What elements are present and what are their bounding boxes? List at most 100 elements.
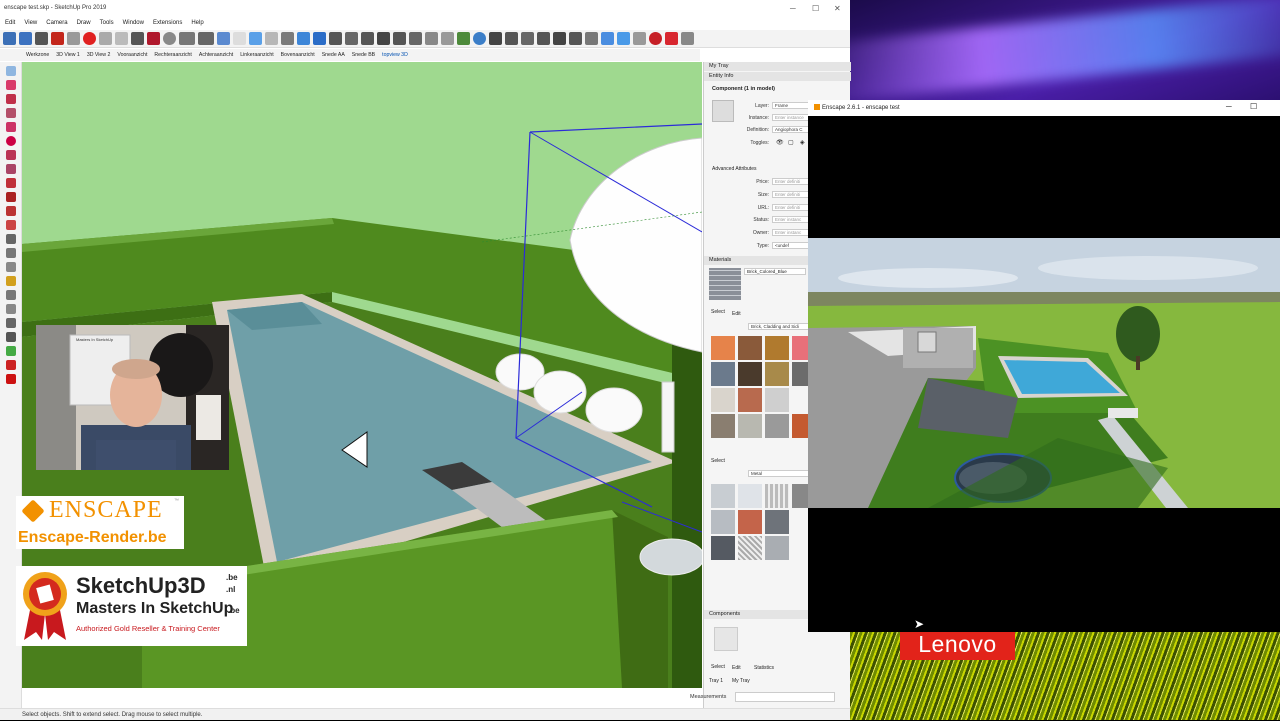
paste-icon[interactable] (51, 32, 64, 45)
menu-extensions[interactable]: Extensions (153, 17, 182, 30)
circle-tool-icon[interactable] (6, 136, 16, 146)
size-input[interactable]: Enter definiti (772, 191, 812, 198)
metal-swatch[interactable] (765, 536, 789, 560)
shaded-icon[interactable] (297, 32, 310, 45)
owner-input[interactable]: Enter instanc (772, 229, 812, 236)
material-swatch[interactable] (738, 362, 762, 386)
close-button[interactable]: ✕ (834, 4, 841, 13)
position-camera-icon[interactable] (585, 32, 598, 45)
walk-icon[interactable] (569, 32, 582, 45)
menu-window[interactable]: Window (123, 17, 144, 30)
components-select-tab[interactable]: Select (711, 664, 725, 670)
lock-icon[interactable]: ▢ (788, 139, 794, 146)
textured-icon[interactable] (313, 32, 326, 45)
enscape-start-icon[interactable] (601, 32, 614, 45)
freehand-tool-icon[interactable] (6, 108, 16, 118)
wireframe-icon[interactable] (265, 32, 278, 45)
xray-icon[interactable] (233, 32, 246, 45)
materials-library-select[interactable]: Brick, Cladding and Sidi (748, 323, 810, 330)
menu-help[interactable]: Help (191, 17, 203, 30)
rectangle-tool-icon[interactable] (6, 122, 16, 132)
status-input[interactable]: Enter instanc (772, 216, 812, 223)
material-name-field[interactable]: Brick_Colored_Blue (744, 268, 806, 275)
materials-select-tab-2[interactable]: Select (711, 458, 725, 464)
move-tool-icon[interactable] (6, 192, 16, 202)
scene-tab[interactable]: Snede BB (352, 49, 375, 61)
measurements-box[interactable] (735, 692, 835, 702)
minimize-button[interactable]: ─ (790, 4, 796, 13)
extension-tool-icon[interactable] (6, 374, 16, 384)
line-tool-icon[interactable] (6, 94, 16, 104)
enscape-render-view[interactable] (808, 238, 1280, 508)
eraser-tool-icon[interactable] (6, 80, 16, 90)
tape-tool-icon[interactable] (6, 234, 16, 244)
material-swatch[interactable] (738, 388, 762, 412)
enscape-views-icon[interactable] (633, 32, 646, 45)
orbit-icon[interactable] (179, 32, 195, 45)
material-swatch[interactable] (711, 336, 735, 360)
scene-tab[interactable]: 3D View 1 (56, 49, 80, 61)
cut-icon[interactable] (35, 32, 48, 45)
orbit-tool-icon[interactable] (6, 290, 16, 300)
erase-icon[interactable] (83, 32, 96, 45)
section-icon[interactable] (489, 32, 502, 45)
enscape-sync-icon[interactable] (617, 32, 630, 45)
right-view-icon[interactable] (377, 32, 390, 45)
section-plane-icon[interactable] (521, 32, 534, 45)
tray-tab-1[interactable]: Tray 1 (709, 678, 723, 684)
rotate-tool-icon[interactable] (6, 206, 16, 216)
component-icon[interactable] (714, 627, 738, 651)
scene-tab-active[interactable]: topview 3D (382, 49, 408, 61)
zoom-extents-icon[interactable] (6, 332, 16, 342)
enscape-maximize-button[interactable]: ☐ (1250, 102, 1257, 111)
materials-library-select-2[interactable]: Metal (748, 470, 810, 477)
metal-swatch[interactable] (765, 510, 789, 534)
iso-view-icon[interactable] (329, 32, 342, 45)
scene-tab[interactable]: Snede AA (322, 49, 345, 61)
menu-camera[interactable]: Camera (46, 17, 67, 30)
back-view-icon[interactable] (393, 32, 406, 45)
zoom-tool-icon[interactable] (6, 318, 16, 328)
layer-select[interactable]: Frame (772, 102, 812, 109)
style-icon[interactable] (249, 32, 262, 45)
pan-icon[interactable] (198, 32, 214, 45)
geo-icon[interactable] (473, 32, 486, 45)
copy-icon[interactable] (67, 32, 80, 45)
add-location-icon[interactable] (457, 32, 470, 45)
camera-icon[interactable] (553, 32, 566, 45)
section-fill-icon[interactable] (505, 32, 518, 45)
tray-tab-my-tray[interactable]: My Tray (732, 678, 750, 684)
section-cut-icon[interactable] (537, 32, 550, 45)
material-swatch[interactable] (711, 414, 735, 438)
components-edit-tab[interactable]: Edit (732, 665, 741, 671)
sandbox-tool-icon[interactable] (6, 346, 16, 356)
extension-icon[interactable] (441, 32, 454, 45)
open-icon[interactable] (3, 32, 16, 45)
print-icon[interactable] (131, 32, 144, 45)
top-view-icon[interactable] (345, 32, 358, 45)
material-swatch[interactable] (765, 362, 789, 386)
price-input[interactable]: Enter definiti (772, 178, 812, 185)
protractor-tool-icon[interactable] (6, 262, 16, 272)
instance-input[interactable]: Enter instance (772, 114, 812, 121)
shadow-icon[interactable]: ◈ (800, 139, 805, 146)
arc-tool-icon[interactable] (6, 164, 16, 174)
type-select[interactable]: <undef (772, 242, 812, 249)
save-icon[interactable] (19, 32, 32, 45)
material-swatch[interactable] (765, 414, 789, 438)
scale-tool-icon[interactable] (6, 220, 16, 230)
menu-view[interactable]: View (24, 17, 37, 30)
pan-tool-icon[interactable] (6, 304, 16, 314)
hidden-line-icon[interactable] (281, 32, 294, 45)
materials-edit-tab[interactable]: Edit (732, 311, 741, 317)
dimension-tool-icon[interactable] (6, 248, 16, 258)
visibility-icon[interactable]: 👁 (776, 139, 784, 146)
components-statistics-tab[interactable]: Statistics (754, 665, 774, 671)
scene-tab[interactable]: Vooraanzicht (117, 49, 147, 61)
definition-input[interactable]: Angiophora C (772, 126, 812, 133)
paint-tool-icon[interactable] (6, 276, 16, 286)
enscape-render-icon[interactable] (649, 32, 662, 45)
more-tools-icon[interactable] (681, 32, 694, 45)
material-swatch[interactable] (738, 336, 762, 360)
menu-edit[interactable]: Edit (5, 17, 15, 30)
